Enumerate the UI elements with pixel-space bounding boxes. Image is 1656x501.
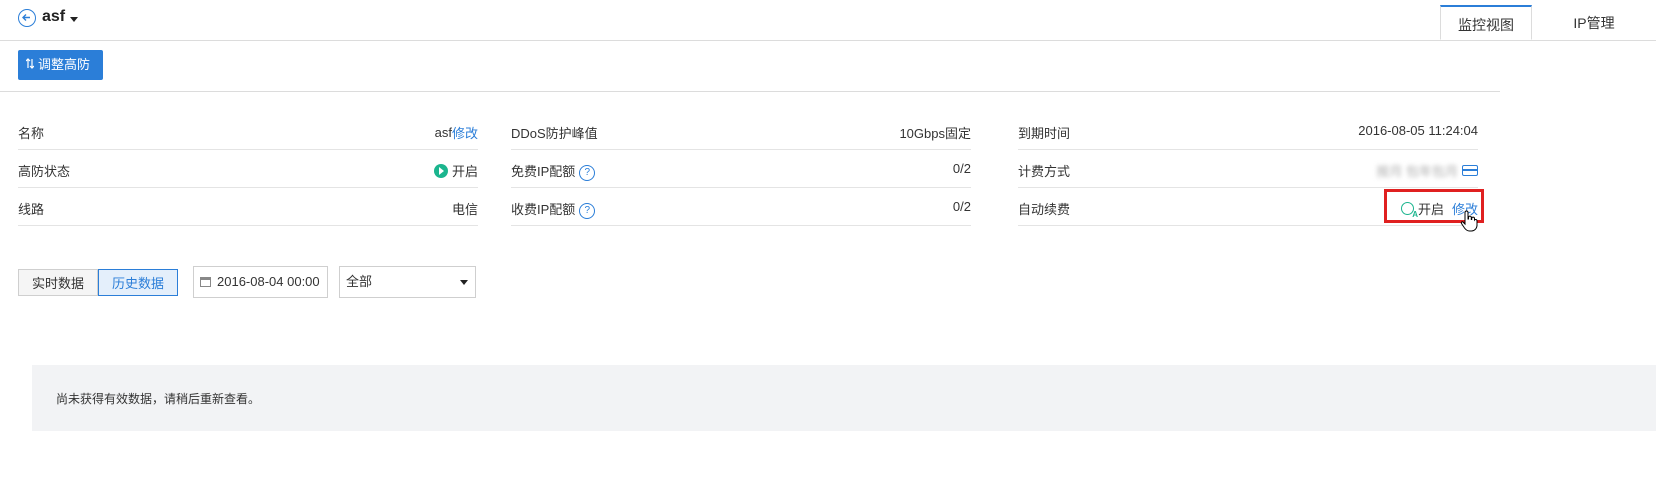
info-row-billing-method: 计费方式 按月 包年包月: [1018, 150, 1478, 188]
help-icon[interactable]: ?: [579, 202, 596, 219]
expiry-value: 2016-08-05 11:24:04: [1358, 123, 1478, 138]
info-label: DDoS防护峰值: [511, 126, 598, 141]
ddos-peak-value: 10Gbps固定: [899, 126, 971, 141]
info-label: 高防状态: [18, 164, 71, 179]
info-label: 收费IP配额: [511, 202, 576, 217]
tab-history-data[interactable]: 历史数据: [98, 269, 178, 296]
filter-select[interactable]: 全部: [339, 266, 476, 298]
adjust-protection-button[interactable]: 调整高防: [18, 50, 103, 80]
info-column-quota: DDoS防护峰值 10Gbps固定 免费IP配额? 0/2 收费IP配额? 0/…: [511, 112, 971, 226]
help-icon[interactable]: ?: [579, 164, 596, 181]
info-row-expiry: 到期时间 2016-08-05 11:24:04: [1018, 112, 1478, 150]
empty-message: 尚未获得有效数据，请稍后重新查看。: [56, 392, 261, 406]
tab-ip-management[interactable]: IP管理: [1532, 5, 1656, 40]
adjust-protection-label: 调整高防: [38, 57, 91, 72]
info-label: 免费IP配额: [511, 164, 576, 179]
free-ip-value: 0/2: [952, 161, 971, 176]
data-mode-toggle: 实时数据 历史数据: [18, 269, 178, 296]
hand-cursor-icon: [1460, 210, 1478, 235]
back-icon[interactable]: [18, 9, 36, 27]
instance-title[interactable]: asf: [42, 8, 65, 26]
billing-method-value: 按月 包年包月: [1376, 164, 1458, 179]
calendar-icon: [200, 277, 211, 287]
info-column-basic: 名称 asf 修改 高防状态 开启 线路 电信: [18, 112, 478, 226]
info-row-paid-ip: 收费IP配额? 0/2: [511, 188, 971, 226]
chevron-down-icon[interactable]: [70, 17, 78, 22]
info-label: 计费方式: [1018, 164, 1071, 179]
info-row-ddos-peak: DDoS防护峰值 10Gbps固定: [511, 112, 971, 150]
info-row-free-ip: 免费IP配额? 0/2: [511, 150, 971, 188]
info-label: 到期时间: [1018, 126, 1071, 141]
top-bar: asf 监控视图 IP管理: [0, 0, 1656, 41]
edit-name-link[interactable]: 修改: [452, 123, 478, 142]
chevron-down-icon: [460, 280, 468, 285]
divider: [0, 91, 1500, 92]
sort-icon: [25, 50, 35, 80]
info-label: 线路: [18, 202, 45, 217]
status-value: 开启: [451, 164, 478, 179]
info-row-name: 名称 asf 修改: [18, 112, 478, 150]
info-row-status: 高防状态 开启: [18, 150, 478, 188]
info-row-line: 线路 电信: [18, 188, 478, 226]
view-tabs: 监控视图 IP管理: [1440, 5, 1656, 41]
credit-card-icon[interactable]: [1462, 165, 1478, 176]
select-value: 全部: [346, 274, 373, 289]
date-picker[interactable]: 2016-08-04 00:00: [193, 266, 328, 298]
name-value: asf: [434, 125, 452, 140]
tab-realtime-data[interactable]: 实时数据: [18, 269, 98, 296]
tab-monitor-view[interactable]: 监控视图: [1440, 5, 1532, 40]
empty-data-panel: 尚未获得有效数据，请稍后重新查看。: [32, 365, 1656, 431]
info-label: 自动续费: [1018, 202, 1071, 217]
paid-ip-value: 0/2: [952, 199, 971, 214]
date-value: 2016-08-04 00:00: [217, 274, 320, 289]
status-running-icon: [433, 163, 448, 178]
line-value: 电信: [451, 202, 478, 217]
info-label: 名称: [18, 126, 45, 141]
